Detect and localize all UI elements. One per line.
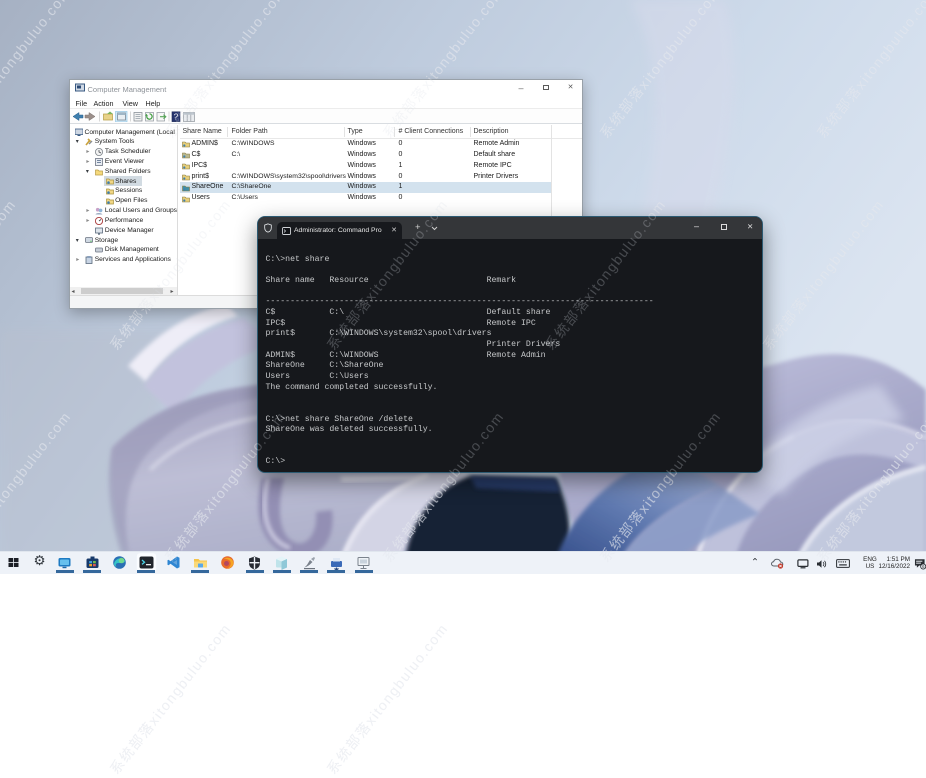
svg-text:?: ? — [173, 112, 178, 121]
svg-text:6: 6 — [921, 564, 924, 569]
